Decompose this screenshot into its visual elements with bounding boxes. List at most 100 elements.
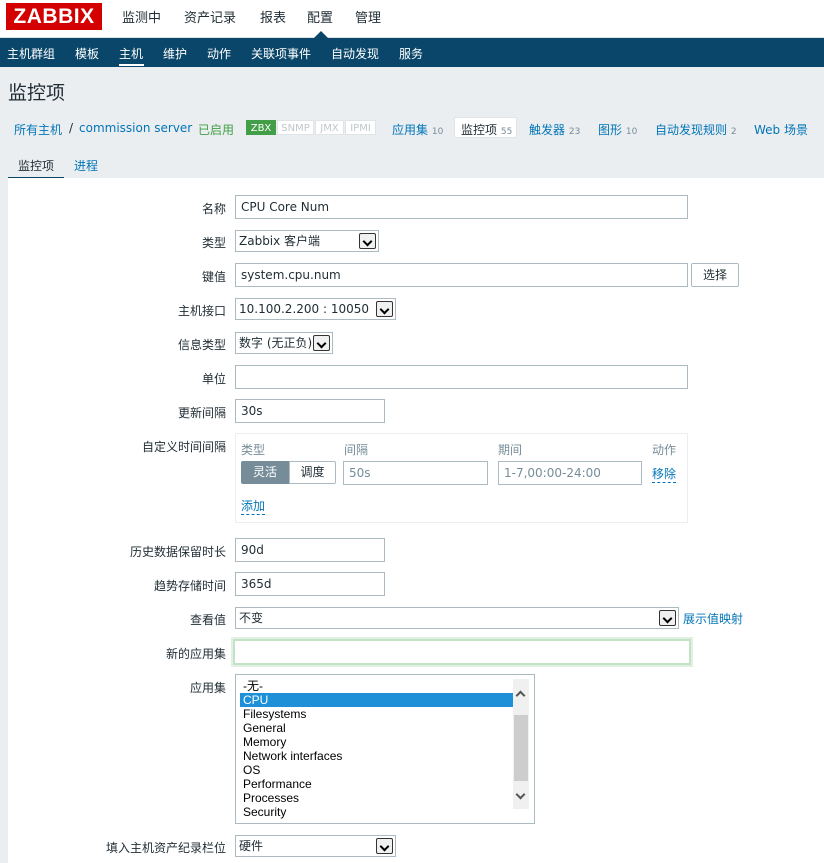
host-link-label: 触发器 [529,123,566,137]
name-input[interactable]: CPU Core Num [235,195,688,219]
host-link-label: 应用集 [392,123,429,137]
applications-scrollbar[interactable] [513,679,529,809]
host-link-items[interactable]: 监控项 55 [461,121,512,138]
update-interval-input[interactable]: 30s [235,399,385,423]
applications-label: 应用集 [189,681,226,695]
type-select[interactable]: Zabbix 客户端 [235,230,379,252]
tab-preprocessing[interactable]: 进程 [74,157,98,174]
application-option[interactable]: Memory [240,735,513,749]
host-link-discovery-rules[interactable]: 自动发现规则 2 [655,121,737,138]
top-menu-reports[interactable]: 报表 [260,7,286,26]
inventory-field-select-value: 硬件 [239,839,264,853]
key-label: 键值 [201,270,226,284]
host-link-triggers[interactable]: 触发器 23 [529,121,580,138]
custom-intervals-col-action: 动作 [652,443,677,457]
protocol-snmp-badge: SNMP [277,120,314,135]
scrollbar-thumb[interactable] [514,715,528,781]
valuemap-select-value: 不变 [239,611,264,625]
protocol-ipmi-badge: IPMI [345,120,376,135]
submenu-correlation[interactable]: 关联项事件 [251,45,311,62]
submenu-active-underline [119,64,144,66]
application-option[interactable]: General [240,721,513,735]
host-link-label: Web 场景 [754,123,808,137]
host-link-label: 监控项 [461,123,498,137]
tab-item[interactable]: 监控项 [18,157,54,174]
interface-select-value: 10.100.2.200 : 10050 [239,302,370,316]
interface-select[interactable]: 10.100.2.200 : 10050 [235,298,396,320]
chevron-down-icon [659,610,676,626]
submenu-maintenance[interactable]: 维护 [163,45,187,62]
chevron-down-icon [376,301,393,317]
application-option-selected[interactable]: CPU [240,693,513,707]
history-input[interactable]: 90d [235,538,385,562]
submenu-discovery[interactable]: 自动发现 [331,45,379,62]
protocol-zbx-badge: ZBX [246,120,276,135]
chevron-down-icon [359,233,376,249]
protocol-jmx-badge: JMX [315,120,344,135]
chevron-up-icon[interactable] [515,690,526,701]
trends-input[interactable]: 365d [235,572,385,596]
custom-intervals-col-type: 类型 [241,443,266,457]
units-label: 单位 [201,372,226,386]
info-type-label: 信息类型 [177,338,226,352]
page-title: 监控项 [8,82,66,104]
interval-type-flexible-toggle[interactable]: 灵活 [241,461,289,484]
chevron-down-icon[interactable] [515,789,526,800]
host-link-count: 55 [500,127,513,137]
application-option[interactable]: -无- [240,679,513,693]
breadcrumb-host[interactable]: commission server [79,121,192,135]
application-option[interactable]: Filesystems [240,707,513,721]
info-type-select[interactable]: 数字 (无正负) [235,332,333,354]
top-menu-inventory[interactable]: 资产记录 [184,7,236,26]
custom-period-input[interactable]: 1-7,00:00-24:00 [498,461,642,485]
application-option[interactable]: Security [240,805,513,819]
submenu-hosts[interactable]: 主机 [119,45,143,62]
history-label: 历史数据保留时长 [129,545,226,559]
submenu-templates[interactable]: 模板 [75,45,99,62]
valuemap-label: 查看值 [189,613,226,627]
host-link-count: 10 [625,127,638,137]
top-menu-administration[interactable]: 管理 [355,7,381,26]
host-link-web-scenarios[interactable]: Web 场景 [754,121,808,138]
active-menu-marker [314,31,328,38]
breadcrumb-all-hosts[interactable]: 所有主机 [14,121,62,138]
type-label: 类型 [201,236,226,250]
application-option[interactable]: Processes [240,791,513,805]
info-type-select-value: 数字 (无正负) [239,336,313,350]
host-link-count: 23 [568,127,581,137]
update-interval-label: 更新间隔 [177,406,226,420]
custom-interval-remove-link[interactable]: 移除 [652,465,677,483]
host-status-enabled[interactable]: 已启用 [198,121,234,138]
host-link-label: 图形 [598,123,623,137]
custom-intervals-label: 自定义时间间隔 [141,440,226,454]
top-menu-configuration[interactable]: 配置 [307,7,333,26]
submenu-host-groups[interactable]: 主机群组 [7,45,55,62]
chevron-down-icon [313,335,330,351]
custom-interval-input[interactable]: 50s [343,461,488,485]
valuemap-select[interactable]: 不变 [235,607,679,629]
interval-type-scheduling-toggle[interactable]: 调度 [289,461,336,484]
custom-interval-add-link[interactable]: 添加 [241,497,266,515]
top-menu-monitoring[interactable]: 监测中 [122,7,161,26]
units-input[interactable] [235,365,688,389]
application-option[interactable]: Network interfaces [240,749,513,763]
new-application-input[interactable] [233,639,691,665]
trends-label: 趋势存储时间 [153,579,226,593]
key-select-button[interactable]: 选择 [691,263,739,287]
inventory-field-label: 填入主机资产纪录栏位 [105,841,226,855]
zabbix-logo[interactable]: ZABBIX [6,3,102,30]
top-nav-bar: ZABBIX 监测中 资产记录 报表 配置 管理 [0,0,824,38]
key-input[interactable]: system.cpu.num [235,263,688,287]
type-select-value: Zabbix 客户端 [239,234,321,248]
submenu-services[interactable]: 服务 [399,45,423,62]
host-link-applications[interactable]: 应用集 10 [392,121,443,138]
applications-listbox[interactable]: -无- CPU Filesystems General Memory Netwo… [235,674,535,824]
host-link-graphs[interactable]: 图形 10 [598,121,637,138]
host-link-count: 10 [431,127,444,137]
application-option[interactable]: OS [240,763,513,777]
submenu-actions[interactable]: 动作 [207,45,231,62]
show-valuemap-link[interactable]: 展示值映射 [683,610,743,627]
interface-label: 主机接口 [177,304,226,318]
inventory-field-select[interactable]: 硬件 [235,835,396,857]
application-option[interactable]: Performance [240,777,513,791]
